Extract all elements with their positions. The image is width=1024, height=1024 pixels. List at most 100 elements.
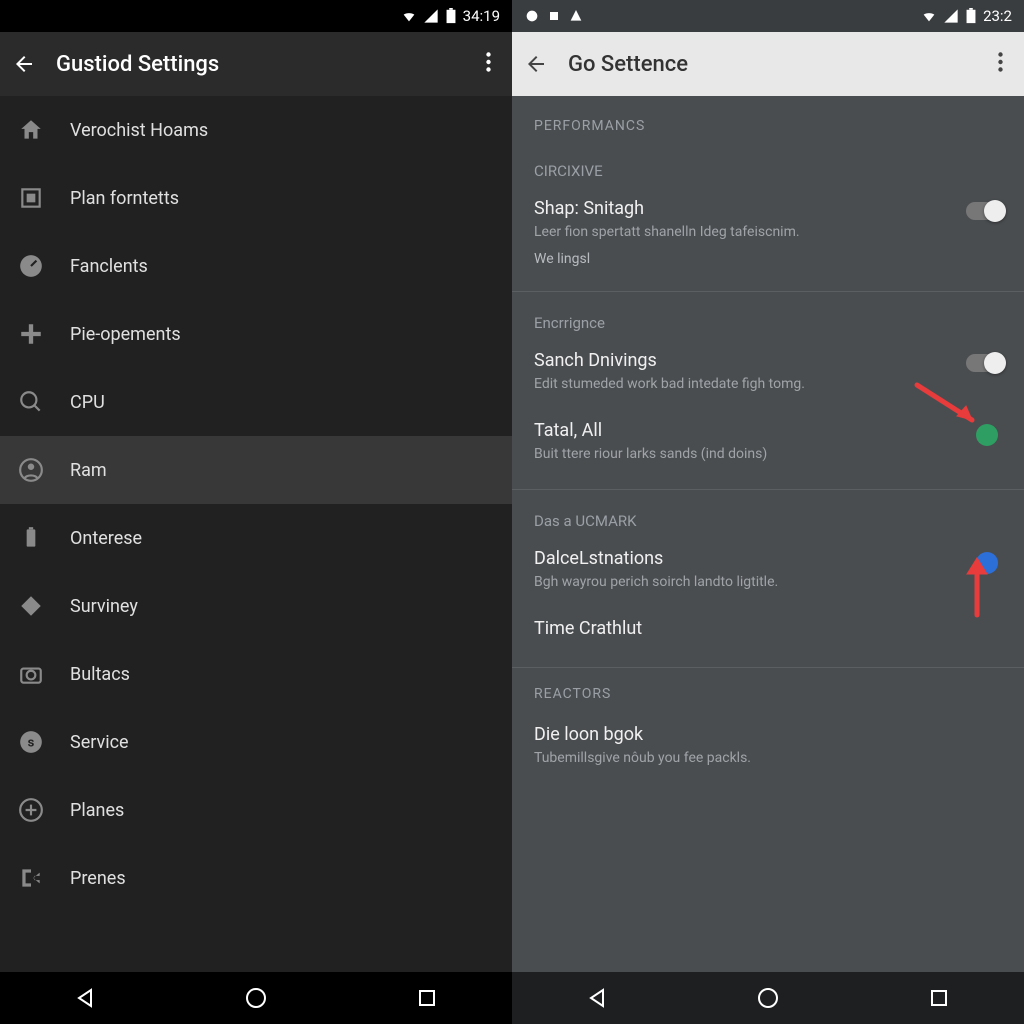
right-phone: 23:2 Go Settence PERFORMANCS CIRCIXIVE S… [512, 0, 1024, 1024]
statusbar-right: 23:2 [512, 0, 1024, 32]
list-item-verochist-hoams[interactable]: Verochist Hoams [0, 96, 512, 164]
plus-circle-icon [18, 797, 44, 823]
list-item-label: Verochist Hoams [70, 120, 208, 141]
list-item-planes[interactable]: Planes [0, 776, 512, 844]
left-phone: 34:19 Gustiod Settings Verochist Hoams Pl… [0, 0, 512, 1024]
list-item-bultacs[interactable]: Bultacs [0, 640, 512, 708]
pref-subtitle: Tubemillsgive nôub you fee packls. [534, 749, 1002, 769]
statusbar-left: 34:19 [0, 0, 512, 32]
search-icon [18, 389, 44, 415]
subheader-encrrignce: Encrrignce [512, 296, 1024, 338]
wifi-icon [921, 8, 937, 24]
list-item-surviney[interactable]: Surviney [0, 572, 512, 640]
divider [512, 489, 1024, 490]
circle-s-icon: s [18, 729, 44, 755]
list-item-plan-forntetts[interactable]: Plan forntetts [0, 164, 512, 232]
plus-icon [18, 321, 44, 347]
page-title-right: Go Settence [568, 52, 968, 77]
wifi-icon [401, 8, 417, 24]
pref-subtitle: Bgh wayrou perich soirch landto ligtitle… [534, 573, 1002, 593]
list-item-cpu[interactable]: CPU [0, 368, 512, 436]
list-item-prenes[interactable]: Prenes [0, 844, 512, 912]
list-item-label: Pie-opements [70, 324, 181, 345]
list-item-label: Onterese [70, 528, 142, 549]
battery-icon [18, 525, 44, 551]
square-icon [18, 185, 44, 211]
indicator-green [976, 424, 998, 446]
nav-recent-icon[interactable] [415, 986, 439, 1010]
list-item-pie-opements[interactable]: Pie-opements [0, 300, 512, 368]
pref-shap-snitagh[interactable]: Shap: Snitagh Leer fion spertatt shanell… [512, 186, 1024, 281]
section-performancs: PERFORMANCS [512, 96, 1024, 144]
pref-dalcelstnations[interactable]: DalceLstnations Bgh wayrou perich soirch… [512, 536, 1024, 607]
pref-tatal-all[interactable]: Tatal, All Buit ttere riour larks sands … [512, 408, 1024, 479]
list-item-label: Planes [70, 800, 124, 821]
pref-sanch-dnivings[interactable]: Sanch Dnivings Edit stumeded work bad in… [512, 338, 1024, 409]
exit-icon [18, 865, 44, 891]
navbar-left [0, 972, 512, 1024]
more-button-left[interactable] [476, 52, 500, 76]
status-time: 23:2 [983, 7, 1012, 25]
status-icon-2 [546, 8, 562, 24]
subheader-das-ucmark: Das a UCMARK [512, 494, 1024, 536]
pref-title: Tatal, All [534, 420, 1002, 441]
divider [512, 667, 1024, 668]
nav-recent-icon[interactable] [927, 986, 951, 1010]
pref-title: Die loon bgok [534, 724, 1002, 745]
toggle-shap[interactable] [966, 202, 1002, 220]
list-item-label: CPU [70, 392, 105, 413]
status-icon-3 [568, 8, 584, 24]
battery-icon [445, 8, 457, 24]
diamond-icon [18, 593, 44, 619]
toggle-sanch[interactable] [966, 354, 1002, 372]
list-item-fanclents[interactable]: Fanclents [0, 232, 512, 300]
pref-die-loon-bgok[interactable]: Die loon bgok Tubemillsgive nôub you fee… [512, 712, 1024, 783]
list-item-label: Service [70, 732, 129, 753]
section-reactors: REACTORS [512, 672, 1024, 712]
status-icon-1 [524, 8, 540, 24]
pref-time-crathlut[interactable]: Time Crathlut [512, 606, 1024, 657]
indicator-blue [976, 552, 998, 574]
pref-subtitle: Edit stumeded work bad intedate figh tom… [534, 375, 1002, 395]
navbar-right [512, 972, 1024, 1024]
back-icon[interactable] [12, 52, 36, 76]
list-item-label: Prenes [70, 868, 126, 889]
nav-back-icon[interactable] [585, 986, 609, 1010]
pref-title: Shap: Snitagh [534, 198, 1002, 219]
person-icon [18, 457, 44, 483]
back-icon[interactable] [524, 52, 548, 76]
divider [512, 291, 1024, 292]
signal-icon [423, 8, 439, 24]
battery-icon [965, 8, 977, 24]
list-item-service[interactable]: s Service [0, 708, 512, 776]
pref-subtitle: Buit ttere riour larks sands (ind doins) [534, 445, 1002, 465]
nav-home-icon[interactable] [756, 986, 780, 1010]
list-item-label: Ram [70, 460, 107, 481]
nav-home-icon[interactable] [244, 986, 268, 1010]
home-icon [18, 117, 44, 143]
appbar-left: Gustiod Settings [0, 32, 512, 96]
subheader-circixive: CIRCIXIVE [512, 144, 1024, 186]
list-item-label: Surviney [70, 596, 138, 617]
camera-icon [18, 661, 44, 687]
settings-detail: PERFORMANCS CIRCIXIVE Shap: Snitagh Leer… [512, 96, 1024, 972]
signal-icon [943, 8, 959, 24]
gauge-icon [18, 253, 44, 279]
status-time: 34:19 [463, 7, 500, 25]
list-item-onterese[interactable]: Onterese [0, 504, 512, 572]
nav-back-icon[interactable] [73, 986, 97, 1010]
pref-extra: We lingsl [534, 251, 1002, 267]
pref-subtitle: Leer fion spertatt shanelln Ideg tafeisc… [534, 223, 1002, 243]
list-item-label: Bultacs [70, 664, 130, 685]
page-title-left: Gustiod Settings [56, 52, 456, 77]
settings-list: Verochist Hoams Plan forntetts Fanclents Pi… [0, 96, 512, 972]
pref-title: Time Crathlut [534, 618, 1002, 639]
svg-text:s: s [28, 735, 35, 750]
more-button-right[interactable] [988, 52, 1012, 76]
list-item-ram[interactable]: Ram [0, 436, 512, 504]
list-item-label: Plan forntetts [70, 188, 179, 209]
pref-title: Sanch Dnivings [534, 350, 1002, 371]
pref-title: DalceLstnations [534, 548, 1002, 569]
appbar-right: Go Settence [512, 32, 1024, 96]
list-item-label: Fanclents [70, 256, 148, 277]
